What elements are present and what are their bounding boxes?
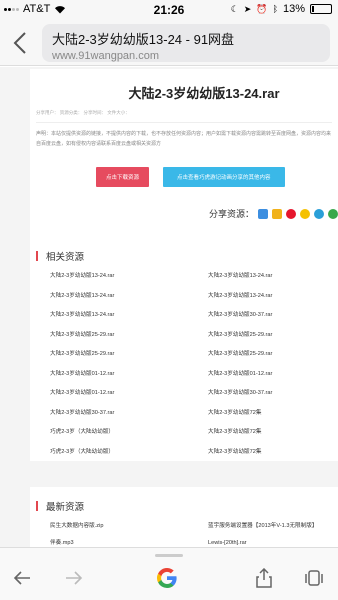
- resource-link[interactable]: 大陆2-3岁幼幼版30-37.rar: [208, 388, 338, 399]
- resource-link[interactable]: 大陆2-3岁幼幼版72集: [208, 447, 338, 458]
- share-icon[interactable]: [252, 566, 276, 590]
- share-weibo-icon[interactable]: [286, 208, 296, 219]
- url-text: www.91wangpan.com: [52, 50, 160, 62]
- resource-link[interactable]: 大陆2-3岁幼幼版72集: [208, 427, 338, 438]
- resource-link[interactable]: 巧虎2-3岁（大陆幼幼版）: [50, 427, 208, 438]
- share-renren-icon[interactable]: [328, 208, 338, 219]
- resource-link[interactable]: 大陆2-3岁幼幼版25-29.rar: [50, 349, 208, 360]
- forward-arrow-icon[interactable]: [62, 566, 86, 590]
- related-heading: 相关资源: [36, 249, 338, 263]
- google-logo-icon[interactable]: [155, 566, 179, 590]
- alarm-icon: ⏰: [256, 3, 268, 14]
- tabs-icon[interactable]: [302, 566, 326, 590]
- back-arrow-icon[interactable]: [10, 566, 34, 590]
- resource-link[interactable]: 民生大数据内容版.zip: [50, 521, 208, 532]
- resource-link[interactable]: 大陆2-3岁幼幼版01-12.rar: [50, 369, 208, 380]
- moon-icon: ☾: [230, 3, 239, 14]
- bluetooth-icon: ᛒ: [272, 4, 278, 14]
- latest-list: 民生大数据内容版.zip 蓝宇服务端设置器【2013年V-1.3无限制版】 伴奏.m…: [36, 521, 338, 547]
- share-plus-icon[interactable]: [258, 208, 268, 219]
- battery-icon: [310, 4, 332, 14]
- resource-link[interactable]: Lewis-[20th].rar: [208, 538, 338, 547]
- browser-address-bar: 大陆2-3岁幼幼版13-24 - 91网盘 www.91wangpan.com: [0, 20, 338, 66]
- related-title: 相关资源: [46, 252, 85, 263]
- share-qzone-icon[interactable]: [300, 208, 310, 219]
- resource-link[interactable]: 大陆2-3岁幼幼版13-24.rar: [50, 310, 208, 321]
- related-resources-card: 相关资源 大陆2-3岁幼幼版13-24.rar 大陆2-3岁幼幼版13-24.ra…: [30, 237, 338, 461]
- drag-handle[interactable]: [155, 554, 183, 557]
- disclaimer-text: 声明：本站仅提供资源的链接，不提供内容的下载，也不存放任何资源内容；用户如需下载…: [36, 131, 332, 147]
- latest-heading: 最新资源: [36, 499, 338, 513]
- share-label: 分享资源：: [208, 209, 254, 219]
- latest-title: 最新资源: [46, 502, 85, 513]
- web-page: 大陆2-3岁幼幼版13-24.rar 分享用户： 资源分类： 分享时间： 文件大…: [0, 67, 338, 547]
- page-title-text: 大陆2-3岁幼幼版13-24 - 91网盘: [52, 32, 235, 47]
- resource-link[interactable]: 大陆2-3岁幼幼版01-12.rar: [50, 388, 208, 399]
- resource-link[interactable]: 大陆2-3岁幼幼版30-37.rar: [208, 310, 338, 321]
- url-box[interactable]: 大陆2-3岁幼幼版13-24 - 91网盘 www.91wangpan.com: [42, 24, 330, 62]
- divider: [36, 122, 332, 123]
- resource-link[interactable]: 大陆2-3岁幼幼版25-29.rar: [50, 330, 208, 341]
- file-title: 大陆2-3岁幼幼版13-24.rar: [128, 86, 280, 101]
- share-star-icon[interactable]: [272, 208, 282, 219]
- battery-percent: 13%: [282, 3, 305, 15]
- share-pinterest-icon[interactable]: [314, 208, 324, 219]
- resource-link[interactable]: 大陆2-3岁幼幼版25-29.rar: [208, 349, 338, 360]
- section-accent-bar: [36, 501, 38, 511]
- latest-resources-card: 最新资源 民生大数据内容版.zip 蓝宇服务端设置器【2013年V-1.3无限制版…: [30, 487, 338, 547]
- browser-toolbar: [0, 547, 338, 600]
- section-accent-bar: [36, 251, 38, 261]
- resource-link[interactable]: 大陆2-3岁幼幼版25-29.rar: [208, 330, 338, 341]
- share-row: 分享资源：: [209, 207, 338, 220]
- related-list: 大陆2-3岁幼幼版13-24.rar 大陆2-3岁幼幼版13-24.rar 大陆2-…: [36, 271, 338, 458]
- resource-link[interactable]: 伴奏.mp3: [50, 538, 208, 547]
- status-right: ☾ ➤ ⏰ ᛒ 13%: [231, 3, 332, 15]
- back-chevron-icon[interactable]: [10, 30, 32, 56]
- download-button[interactable]: 点击下载资源: [96, 167, 150, 187]
- resource-link[interactable]: 巧虎2-3岁（大陆幼幼版）: [50, 447, 208, 458]
- resource-link[interactable]: 大陆2-3岁幼幼版13-24.rar: [208, 271, 338, 282]
- resource-link[interactable]: 大陆2-3岁幼幼版13-24.rar: [50, 271, 208, 282]
- more-content-button[interactable]: 点击查看巧虎游记动画分享的其他内容: [163, 167, 285, 187]
- resource-link[interactable]: 大陆2-3岁幼幼版01-12.rar: [208, 369, 338, 380]
- resource-link[interactable]: 大陆2-3岁幼幼版13-24.rar: [50, 291, 208, 302]
- resource-link[interactable]: 蓝宇服务端设置器【2013年V-1.3无限制版】: [208, 521, 338, 532]
- status-bar: AT&T 21:26 ☾ ➤ ⏰ ᛒ 13%: [0, 0, 338, 20]
- resource-link[interactable]: 大陆2-3岁幼幼版72集: [208, 408, 338, 419]
- action-buttons: 点击下载资源 点击查看巧虎游记动画分享的其他内容: [96, 167, 332, 187]
- resource-link[interactable]: 大陆2-3岁幼幼版30-37.rar: [50, 408, 208, 419]
- location-icon: ➤: [243, 3, 252, 14]
- file-meta: 分享用户： 资源分类： 分享时间： 文件大小：: [36, 110, 130, 115]
- resource-link[interactable]: 大陆2-3岁幼幼版13-24.rar: [208, 291, 338, 302]
